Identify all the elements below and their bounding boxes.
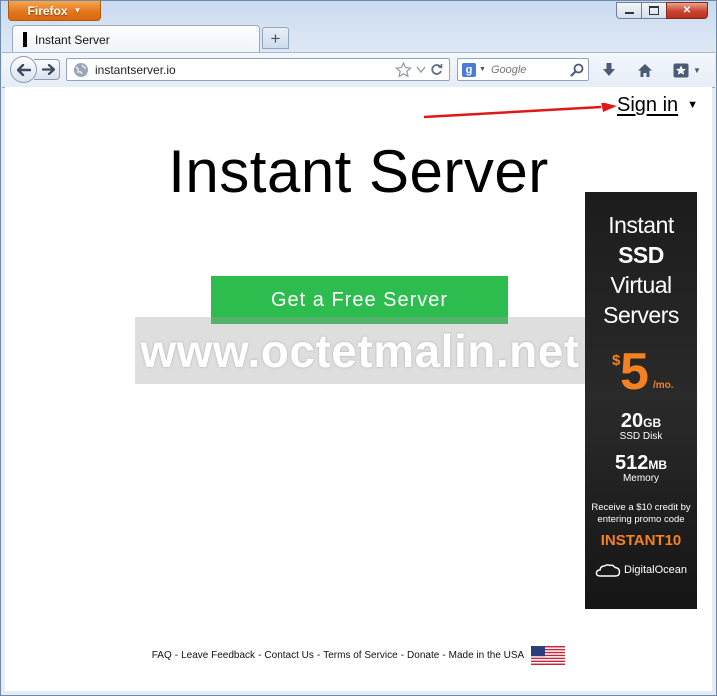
reload-icon[interactable] bbox=[430, 63, 443, 76]
footer-link-contact-us[interactable]: Contact Us bbox=[264, 650, 313, 661]
ad-promo-text: Receive a $10 credit by entering promo c… bbox=[585, 502, 697, 526]
chevron-down-icon: ▼ bbox=[687, 99, 699, 111]
forward-arrow-icon bbox=[41, 64, 55, 75]
ad-headline-line: SSD bbox=[618, 242, 664, 268]
disk-value: 20 bbox=[620, 410, 644, 432]
memory-value: 512 bbox=[614, 452, 649, 474]
site-favicon-icon bbox=[23, 32, 27, 47]
chevron-down-icon[interactable]: ▼ bbox=[479, 66, 486, 73]
brand-name: DigitalOcean bbox=[624, 564, 687, 576]
footer-separator: - bbox=[174, 650, 179, 661]
downloads-button[interactable] bbox=[598, 59, 620, 81]
footer-separator: - bbox=[316, 650, 321, 661]
promo-line: entering promo code bbox=[597, 514, 685, 525]
ad-memory-spec: 512MB Memory bbox=[585, 452, 697, 484]
firefox-menu-label: Firefox bbox=[27, 3, 68, 18]
footer-separator: - bbox=[442, 650, 446, 661]
watermark: www.octetmalin.net bbox=[135, 317, 585, 384]
search-input[interactable] bbox=[490, 63, 563, 76]
close-icon: ✕ bbox=[682, 5, 692, 16]
bookmark-star-icon[interactable] bbox=[395, 61, 412, 78]
bookmarks-menu-button[interactable]: ▼ bbox=[670, 59, 704, 81]
promo-code: INSTANT10 bbox=[600, 532, 682, 549]
chevron-down-icon: ▼ bbox=[73, 6, 82, 15]
ad-disk-spec: 20GB SSD Disk bbox=[585, 410, 697, 442]
memory-label: Memory bbox=[622, 473, 660, 484]
url-text[interactable]: instantserver.io bbox=[95, 63, 395, 77]
address-bar[interactable]: instantserver.io bbox=[66, 58, 450, 81]
memory-unit: MB bbox=[648, 458, 668, 472]
maximize-button[interactable] bbox=[641, 2, 667, 19]
ad-headline: Instant SSD Virtual Servers bbox=[585, 210, 697, 330]
price-value: 5 bbox=[620, 343, 649, 401]
globe-icon bbox=[74, 62, 88, 77]
footer-separator: - bbox=[400, 650, 405, 661]
tab-instant-server[interactable]: Instant Server bbox=[12, 25, 260, 53]
sign-in-link[interactable]: Sign in ▼ bbox=[617, 94, 698, 117]
page-viewport: Sign in ▼ Instant Server Get a Free Serve… bbox=[5, 87, 712, 691]
price-period: /mo. bbox=[653, 380, 674, 391]
ad-brand: DigitalOcean bbox=[585, 563, 697, 577]
footer-link-leave-feedback[interactable]: Leave Feedback bbox=[181, 650, 255, 661]
home-icon bbox=[638, 63, 652, 77]
promo-line: Receive a $10 credit by bbox=[591, 502, 691, 513]
back-arrow-icon bbox=[16, 63, 31, 76]
home-button[interactable] bbox=[634, 59, 656, 81]
ad-headline-line: Instant bbox=[608, 212, 674, 238]
footer-link-terms-of-service[interactable]: Terms of Service bbox=[323, 650, 397, 661]
minimize-button[interactable] bbox=[616, 2, 642, 19]
new-tab-button[interactable]: + bbox=[262, 27, 289, 49]
footer-link-donate[interactable]: Donate bbox=[407, 650, 439, 661]
plus-icon: + bbox=[270, 28, 281, 48]
ad-price: $ 5 /mo. bbox=[585, 344, 697, 400]
maximize-icon bbox=[649, 6, 659, 15]
footer-separator: - bbox=[258, 650, 262, 661]
tab-title: Instant Server bbox=[35, 32, 110, 47]
disk-label: SSD Disk bbox=[619, 431, 663, 442]
minimize-icon bbox=[624, 12, 634, 14]
sign-in-label: Sign in bbox=[617, 94, 679, 116]
cloud-logo-icon bbox=[595, 564, 621, 577]
history-dropdown-icon[interactable] bbox=[416, 66, 426, 74]
search-bar[interactable]: g ▼ bbox=[457, 58, 589, 81]
chevron-down-icon: ▼ bbox=[693, 65, 701, 75]
ad-headline-line: Servers bbox=[603, 302, 679, 328]
firefox-menu-button[interactable]: Firefox ▼ bbox=[8, 1, 101, 21]
ad-headline-line: Virtual bbox=[610, 272, 672, 298]
browser-window: Firefox ▼ ✕ Instant Server + instantserv… bbox=[0, 0, 717, 696]
page-footer: FAQ - Leave Feedback - Contact Us - Terms of S… bbox=[5, 646, 712, 665]
forward-button[interactable] bbox=[34, 59, 60, 80]
download-arrow-icon bbox=[603, 63, 615, 76]
back-button[interactable] bbox=[10, 56, 37, 83]
navigation-toolbar: instantserver.io g ▼ Google ▼ bbox=[2, 52, 715, 88]
red-arrow-annotation-icon bbox=[423, 103, 617, 119]
close-window-button[interactable]: ✕ bbox=[666, 2, 708, 19]
window-controls: ✕ bbox=[616, 2, 708, 19]
disk-unit: GB bbox=[643, 416, 662, 430]
back-forward-group bbox=[10, 56, 66, 83]
footer-link-made-in-the-usa[interactable]: Made in the USA bbox=[449, 650, 525, 661]
google-engine-icon[interactable]: g bbox=[462, 62, 476, 77]
bookmarks-star-icon bbox=[673, 63, 689, 77]
search-icon[interactable] bbox=[570, 63, 584, 77]
digitalocean-ad-banner[interactable]: Instant SSD Virtual Servers $ 5 /mo. 20G… bbox=[585, 192, 697, 609]
us-flag-icon bbox=[531, 646, 566, 665]
footer-link-faq[interactable]: FAQ bbox=[152, 650, 172, 661]
